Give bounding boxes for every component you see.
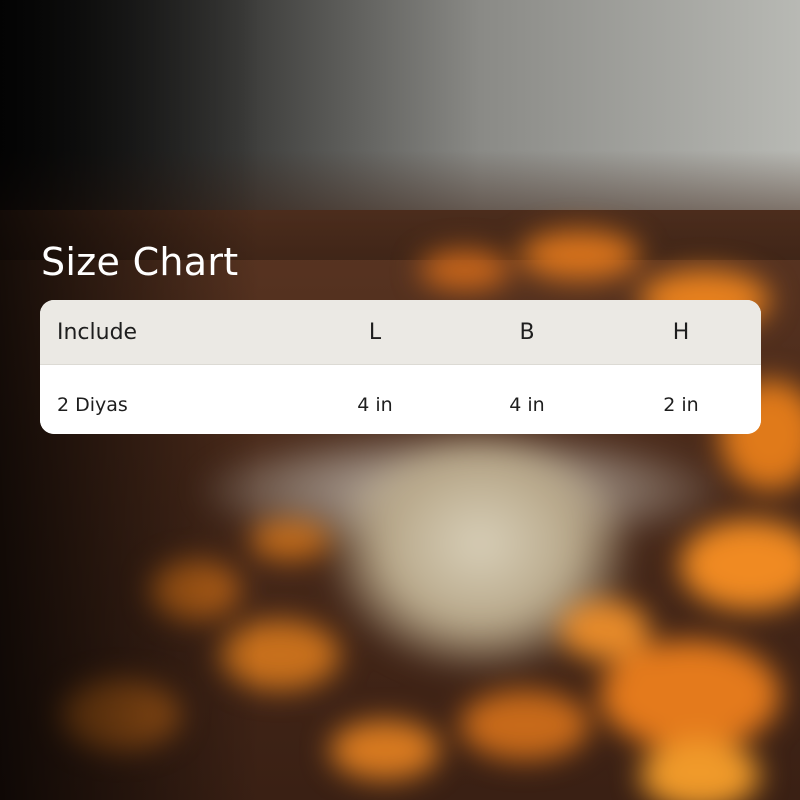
table-header-row: Include L B H — [40, 300, 761, 365]
petal — [640, 740, 760, 800]
cell-length: 4 in — [357, 393, 393, 416]
header-include: Include — [57, 319, 138, 345]
table-row: 2 Diyas 4 in 4 in 2 in — [40, 365, 761, 434]
header-length: L — [368, 319, 382, 345]
petal — [680, 520, 800, 610]
petal — [250, 520, 330, 560]
cell-include: 2 Diyas — [57, 393, 128, 416]
page-title: Size Chart — [41, 240, 239, 284]
petal — [460, 690, 590, 760]
cell-height: 2 in — [663, 393, 699, 416]
header-breadth: B — [519, 319, 535, 345]
size-table: Include L B H 2 Diyas 4 in 4 in 2 in — [40, 300, 761, 434]
petal — [420, 250, 510, 290]
petal — [600, 640, 780, 750]
product-image: Size Chart Include L B H 2 Diyas 4 in 4 … — [0, 0, 800, 800]
header-height: H — [672, 319, 690, 345]
petal — [520, 230, 640, 280]
cell-breadth: 4 in — [509, 393, 545, 416]
petal — [560, 600, 650, 660]
petal — [330, 720, 440, 780]
